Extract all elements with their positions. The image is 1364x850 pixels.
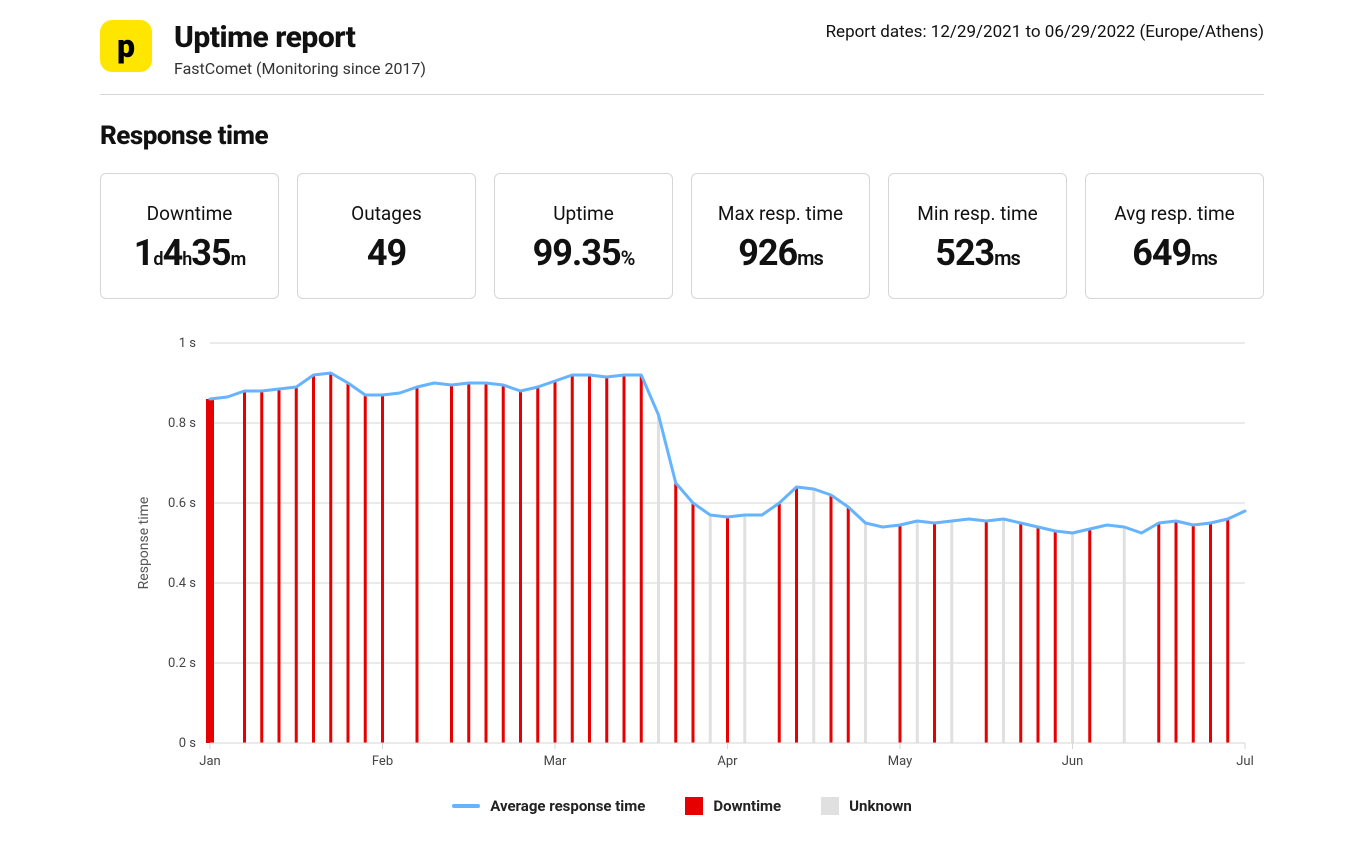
svg-text:0.6 s: 0.6 s [168,496,196,511]
svg-text:May: May [888,754,912,769]
legend-unknown-icon [821,797,839,815]
legend-line-icon [452,804,480,808]
card-downtime-label: Downtime [147,202,233,225]
svg-text:Mar: Mar [544,754,567,769]
card-outages-value: 49 [367,235,406,271]
svg-text:Jun: Jun [1062,754,1084,769]
svg-text:0.2 s: 0.2 s [168,656,196,671]
svg-text:Response time: Response time [136,497,152,590]
card-min-resp-label: Min resp. time [917,202,1038,225]
legend-unknown-label: Unknown [849,797,912,815]
card-avg-resp: Avg resp. time 649ms [1085,173,1264,299]
card-min-resp-value: 523ms [935,235,1020,271]
legend-avg: Average response time [452,797,645,815]
card-uptime-value: 99.35% [533,235,635,271]
legend-downtime: Downtime [685,797,781,815]
legend-avg-label: Average response time [490,797,645,815]
section-title: Response time [100,121,1264,151]
response-time-chart: 0 s 0.2 s 0.4 s 0.6 s 0.8 s 1 s Jan Feb Mar Apr Ma… [130,333,1260,783]
metric-cards: Downtime 1d4h35m Outages 49 Uptime 99.35… [100,173,1264,299]
card-downtime: Downtime 1d4h35m [100,173,279,299]
page-subtitle: FastComet (Monitoring since 2017) [174,59,426,78]
legend-downtime-label: Downtime [713,797,781,815]
brand-logo-letter: p [117,27,135,65]
svg-text:Feb: Feb [372,754,393,769]
svg-text:1 s: 1 s [179,336,197,351]
card-avg-resp-value: 649ms [1132,235,1217,271]
legend-unknown: Unknown [821,797,912,815]
svg-text:Jul: Jul [1236,754,1254,769]
card-avg-resp-label: Avg resp. time [1114,202,1235,225]
card-uptime-label: Uptime [553,202,614,225]
card-max-resp: Max resp. time 926ms [691,173,870,299]
card-max-resp-label: Max resp. time [718,202,843,225]
header-divider [100,94,1264,95]
page-title: Uptime report [174,20,426,55]
svg-text:0.4 s: 0.4 s [168,576,196,591]
card-outages-label: Outages [351,202,422,225]
card-max-resp-value: 926ms [738,235,823,271]
card-downtime-value: 1d4h35m [134,235,245,271]
svg-text:Jan: Jan [199,754,220,769]
svg-text:Apr: Apr [717,754,738,769]
card-outages: Outages 49 [297,173,476,299]
card-min-resp: Min resp. time 523ms [888,173,1067,299]
card-uptime: Uptime 99.35% [494,173,673,299]
svg-text:0 s: 0 s [179,736,197,751]
chart-legend: Average response time Downtime Unknown [100,797,1264,815]
brand-logo: p [100,20,152,72]
report-header: p Uptime report FastComet (Monitoring si… [100,20,1264,78]
report-date-range: Report dates: 12/29/2021 to 06/29/2022 (… [826,20,1264,42]
svg-text:0.8 s: 0.8 s [168,416,196,431]
legend-downtime-icon [685,797,703,815]
